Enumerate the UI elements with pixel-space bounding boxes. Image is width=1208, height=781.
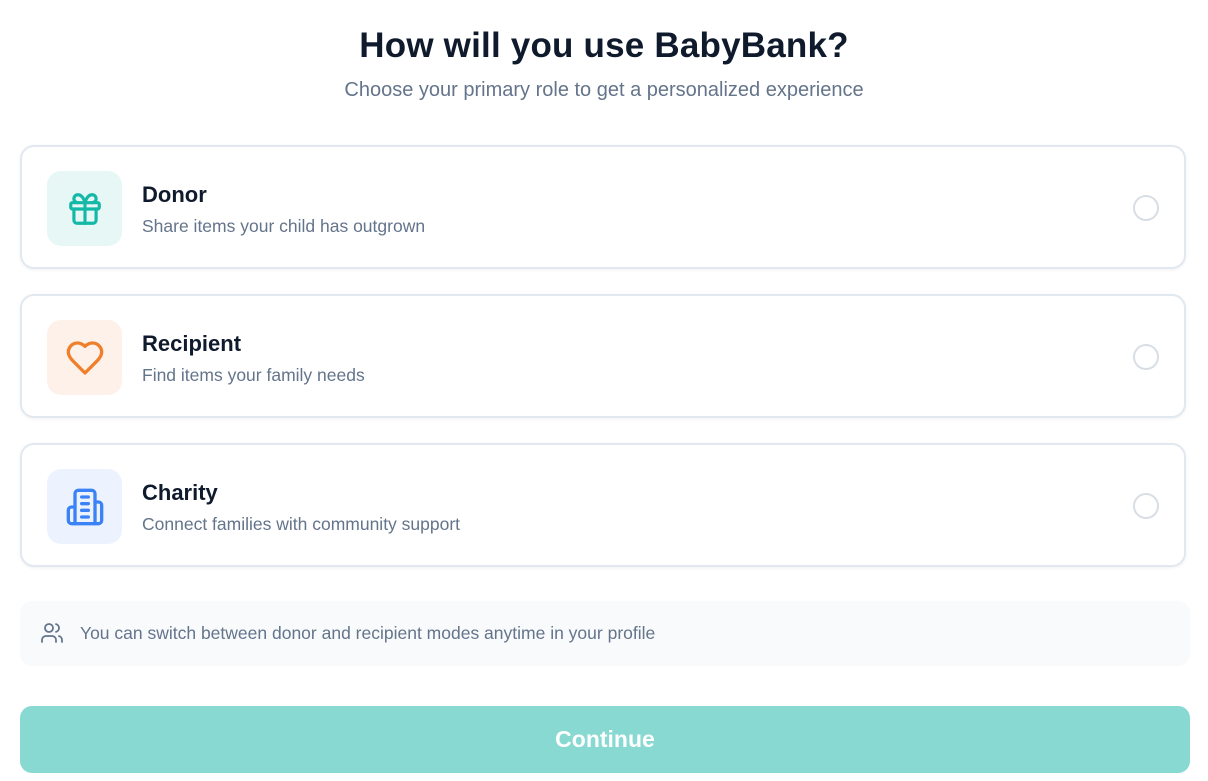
role-description-recipient: Find items your family needs bbox=[142, 365, 365, 385]
role-title-donor: Donor bbox=[142, 182, 207, 207]
role-title-recipient: Recipient bbox=[142, 331, 242, 356]
role-description-donor: Share items your child has outgrown bbox=[142, 216, 426, 236]
building-icon bbox=[65, 487, 105, 527]
page-subtitle: Choose your primary role to get a person… bbox=[344, 79, 864, 101]
role-description-charity: Connect families with community support bbox=[142, 514, 461, 534]
users-icon bbox=[40, 621, 64, 645]
gift-icon bbox=[66, 190, 104, 228]
role-option-charity[interactable]: Charity Connect families with community … bbox=[20, 443, 1186, 567]
role-title-charity: Charity bbox=[142, 480, 218, 505]
page-title: How will you use BabyBank? bbox=[359, 26, 849, 65]
role-option-recipient[interactable]: Recipient Find items your family needs bbox=[20, 294, 1186, 418]
charity-radio[interactable] bbox=[1133, 493, 1159, 519]
info-note: You can switch between donor and recipie… bbox=[20, 601, 1190, 666]
heart-icon bbox=[65, 338, 105, 378]
recipient-radio[interactable] bbox=[1133, 344, 1159, 370]
role-option-donor[interactable]: Donor Share items your child has outgrow… bbox=[20, 145, 1186, 269]
donor-radio[interactable] bbox=[1133, 195, 1159, 221]
info-text: You can switch between donor and recipie… bbox=[80, 623, 656, 643]
donor-icon-tile bbox=[47, 171, 122, 246]
continue-button[interactable]: Continue bbox=[20, 706, 1190, 773]
recipient-icon-tile bbox=[47, 320, 122, 395]
charity-icon-tile bbox=[47, 469, 122, 544]
